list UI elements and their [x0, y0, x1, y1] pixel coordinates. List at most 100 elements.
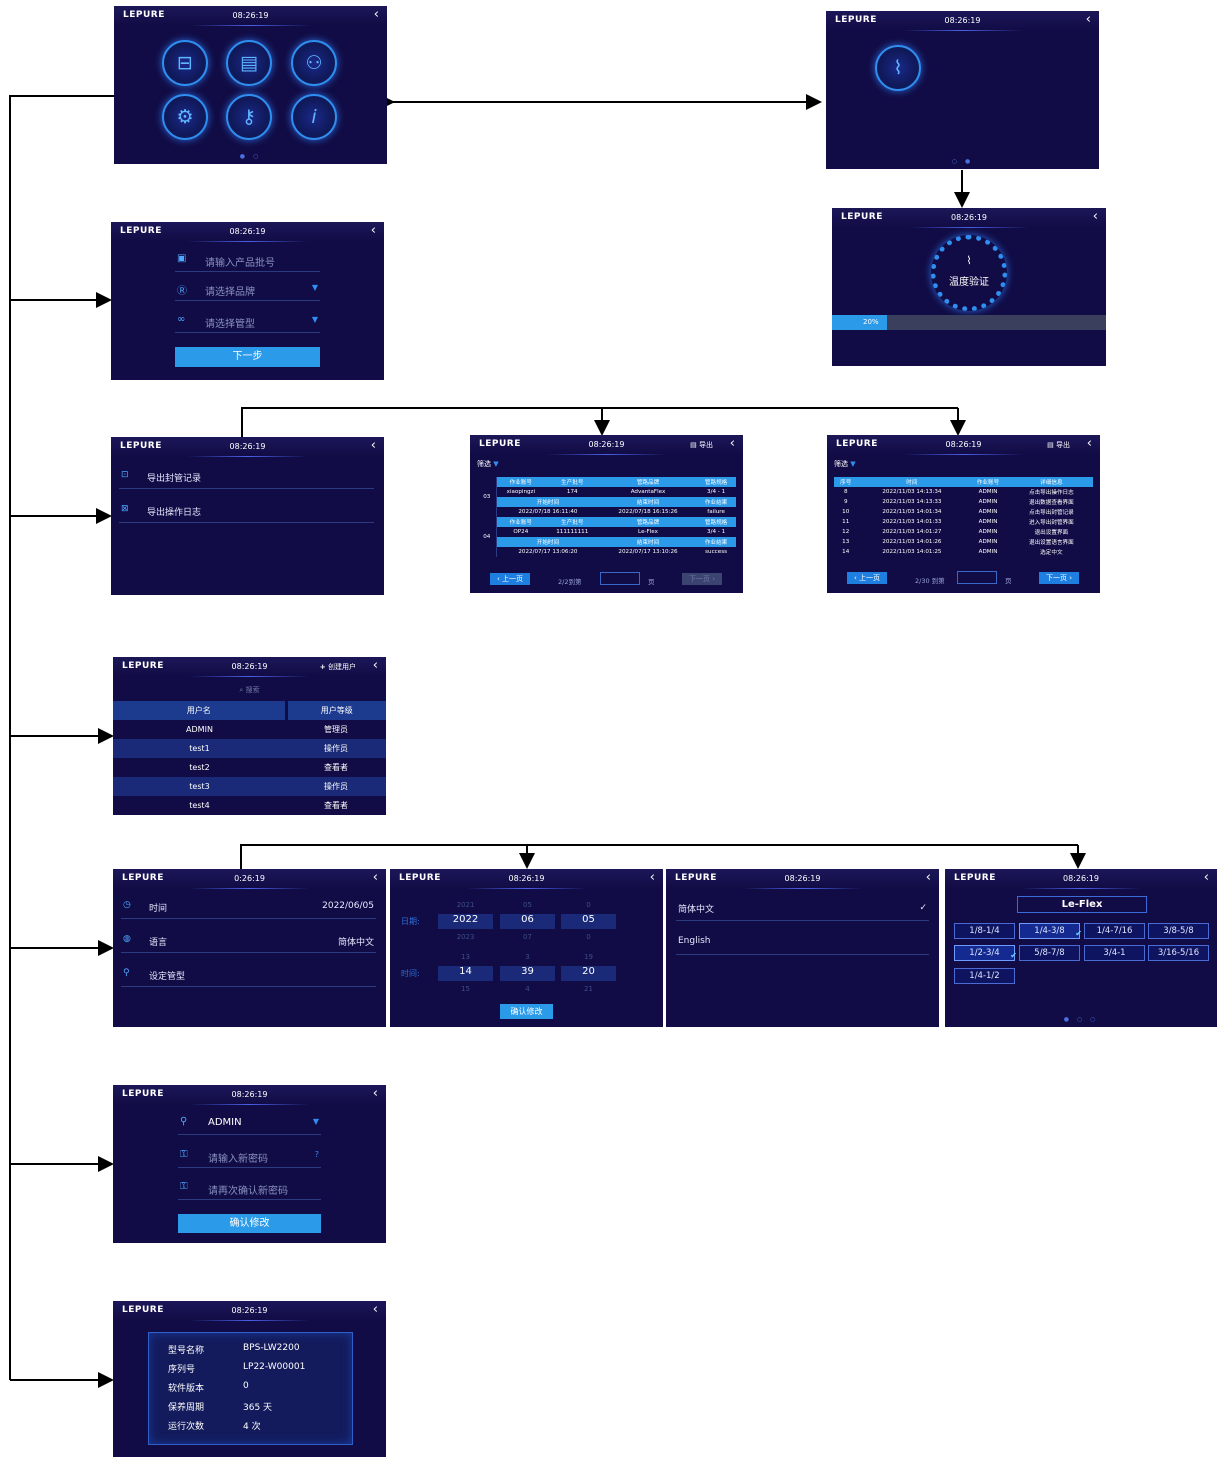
next-page-button[interactable]: 下一页 › [1039, 572, 1079, 584]
table-row[interactable]: 11 2022/11/03 14:01:33 ADMIN 进入导出封管界面 [834, 517, 1093, 527]
tube-type-select[interactable]: ∞ 请选择管型 ▼ [175, 311, 320, 333]
help-icon[interactable]: ? [315, 1150, 319, 1159]
chevron-down-icon: ▼ [493, 460, 499, 468]
language-option-chinese[interactable]: 简体中文 ✓ [676, 897, 929, 921]
back-icon[interactable]: ‹ [373, 1302, 378, 1317]
table-row[interactable]: test3 操作员 [113, 777, 386, 796]
back-icon[interactable]: ‹ [730, 436, 735, 451]
settings-gear-icon[interactable]: ⚙ [162, 94, 208, 140]
page-number-input[interactable] [600, 572, 640, 585]
time-label: 时间: [401, 969, 420, 978]
back-icon[interactable]: ‹ [650, 870, 655, 885]
next-page-button[interactable]: 下一页 › [682, 573, 722, 585]
batch-input-screen: LEPURE 08:26:19 ‹ ▣ 请输入产品批号 Ⓡ 请选择品牌 ▼ ∞ 请选择管型 ▼… [111, 222, 384, 380]
back-icon[interactable]: ‹ [926, 870, 931, 885]
table-row[interactable]: 9 2022/11/03 14:13:33 ADMIN 退出数据查看界面 [834, 497, 1093, 507]
prev-page-button[interactable]: ‹ 上一页 [490, 573, 530, 585]
tube-size-chip[interactable]: 3/16-5/16 [1148, 945, 1209, 961]
table-row[interactable]: test4 查看者 [113, 796, 386, 815]
export-branch [241, 407, 958, 437]
back-icon[interactable]: ‹ [1093, 209, 1098, 224]
tube-size-chip[interactable]: 1/4-7/16 [1084, 923, 1145, 939]
confirm-password-field[interactable]: ⚿ 请再次确认新密码 [178, 1178, 321, 1200]
month-wheel[interactable]: 06 [500, 914, 555, 929]
language-screen: LEPURE 08:26:19 ‹ 简体中文 ✓ English [666, 869, 939, 1027]
temperature-icon: ⌇ [966, 254, 972, 267]
language-setting-item[interactable]: ◍ 语言 简体中文 [121, 929, 376, 953]
clock: 08:26:19 [232, 11, 269, 20]
back-icon[interactable]: ‹ [371, 223, 376, 238]
tube-size-chip[interactable]: 1/8-1/4 [954, 923, 1015, 939]
filter-dropdown[interactable]: 筛选 ▼ [834, 459, 856, 469]
export-records-icon: ⊡ [121, 470, 129, 480]
header-bar: LEPURE 08:26:19 ▤ 导出 ‹ [827, 435, 1100, 455]
back-icon[interactable]: ‹ [373, 658, 378, 673]
back-icon[interactable]: ‹ [371, 438, 376, 453]
tube-size-chip[interactable]: 1/2-3/4 ✔ [954, 945, 1017, 961]
tube-size-chip[interactable]: 5/8-7/8 [1019, 945, 1080, 961]
table-row[interactable]: 2022/07/17 13:06:20 2022/07/17 13:10:26 su… [478, 547, 736, 557]
table-header-row: 03 作业账号 生产批号 管路品牌 管路规格 [478, 477, 736, 517]
table-row[interactable]: test2 查看者 [113, 758, 386, 777]
create-user-button[interactable]: + 创建用户 [320, 662, 356, 672]
info-icon[interactable]: i [291, 94, 337, 140]
back-icon[interactable]: ‹ [1204, 870, 1209, 885]
export-seal-records-item[interactable]: ⊡ 导出封管记录 [119, 465, 374, 489]
table-row[interactable]: 12 2022/11/03 14:01:27 ADMIN 退出设置界面 [834, 527, 1093, 537]
table-row[interactable]: OP24 111111111 Le-Flex 3/4 - 1 [478, 527, 736, 537]
export-icon[interactable]: ▤ [226, 40, 272, 86]
product-batch-field[interactable]: ▣ 请输入产品批号 [175, 250, 320, 272]
tube-setting-item[interactable]: ⚲ 设定管型 [121, 963, 376, 987]
table-row[interactable]: 14 2022/11/03 14:01:25 ADMIN 选定中文 [834, 547, 1093, 557]
new-password-field[interactable]: ⚿ 请输入新密码? [178, 1146, 321, 1168]
clock: 08:26:19 [229, 442, 266, 451]
table-row[interactable]: 10 2022/11/03 14:01:34 ADMIN 点击导出封管记录 [834, 507, 1093, 517]
year-wheel[interactable]: 2022 [438, 914, 493, 929]
operation-log-table: 序号 时间 作业账号 详细信息 8 2022/11/03 14:13:34 ADMIN 点击… [834, 477, 1093, 557]
language-option-english[interactable]: English [676, 931, 929, 955]
minute-wheel[interactable]: 39 [500, 966, 555, 981]
temperature-dial: ⌇ 温度验证 [931, 235, 1007, 311]
table-row[interactable]: test1 操作员 [113, 739, 386, 758]
second-wheel[interactable]: 20 [561, 966, 616, 981]
users-icon[interactable]: ⚇ [291, 40, 337, 86]
next-step-button[interactable]: 下一步 [175, 347, 320, 367]
user-select[interactable]: ⚲ ADMIN ▼ [178, 1113, 321, 1135]
prev-page-button[interactable]: ‹ 上一页 [847, 572, 887, 584]
tube-size-chip[interactable]: 3/4-1 [1084, 945, 1145, 961]
user-lock-icon[interactable]: ⚷ [226, 94, 272, 140]
header-bar: LEPURE 08:26:19 ‹ [113, 1085, 386, 1105]
table-row[interactable]: 2022/07/18 16:11:40 2022/07/18 16:15:26 fa… [478, 507, 736, 517]
hour-wheel[interactable]: 14 [438, 966, 493, 981]
confirm-change-button[interactable]: 确认修改 [500, 1004, 553, 1019]
export-button[interactable]: ▤ 导出 [1047, 440, 1070, 450]
back-icon[interactable]: ‹ [374, 7, 379, 22]
globe-icon: ◍ [123, 934, 131, 944]
temperature-check-icon[interactable]: ⌇ [875, 45, 921, 91]
export-button[interactable]: ▤ 导出 [690, 440, 713, 450]
tube-size-chip[interactable]: 1/4-1/2 [954, 968, 1015, 984]
table-row[interactable]: 8 2022/11/03 14:13:34 ADMIN 点击导出操作日志 [834, 487, 1093, 497]
clock: 08:26:19 [231, 1090, 268, 1099]
day-wheel[interactable]: 05 [561, 914, 616, 929]
time-setting-item[interactable]: ◷ 时间 2022/06/05 [121, 895, 376, 919]
confirm-change-button[interactable]: 确认修改 [178, 1214, 321, 1233]
table-row[interactable]: 13 2022/11/03 14:01:26 ADMIN 退出设置语言界面 [834, 537, 1093, 547]
tube-size-chip[interactable]: 3/8-5/8 [1148, 923, 1209, 939]
user-search[interactable]: ⌕ 搜索 [113, 685, 386, 695]
brand-select[interactable]: Ⓡ 请选择品牌 ▼ [175, 279, 320, 301]
filter-dropdown[interactable]: 筛选 ▼ [477, 459, 499, 469]
tube-size-chip[interactable]: 1/4-3/8 ✔ [1019, 923, 1082, 939]
table-row[interactable]: xiaopingzi 174 AdvantaFlex 3/4 - 1 [478, 487, 736, 497]
back-icon[interactable]: ‹ [1087, 436, 1092, 451]
device-info-screen: LEPURE 08:26:19 ‹ 型号名称 BPS-LW2200 序列号 LP22-W… [113, 1301, 386, 1457]
tube-seal-icon[interactable]: ⊟ [162, 40, 208, 86]
back-icon[interactable]: ‹ [1086, 12, 1091, 27]
export-operation-log-item[interactable]: ⊠ 导出操作日志 [119, 499, 374, 523]
back-icon[interactable]: ‹ [373, 870, 378, 885]
back-icon[interactable]: ‹ [373, 1086, 378, 1101]
check-icon: ✔ [1010, 951, 1017, 960]
page-number-input[interactable] [957, 571, 997, 584]
table-row[interactable]: ADMIN 管理员 [113, 720, 386, 739]
user-management-screen: LEPURE 08:26:19 + 创建用户 ‹ ⌕ 搜索 用户名 用户等级 ADMIN… [113, 657, 386, 815]
